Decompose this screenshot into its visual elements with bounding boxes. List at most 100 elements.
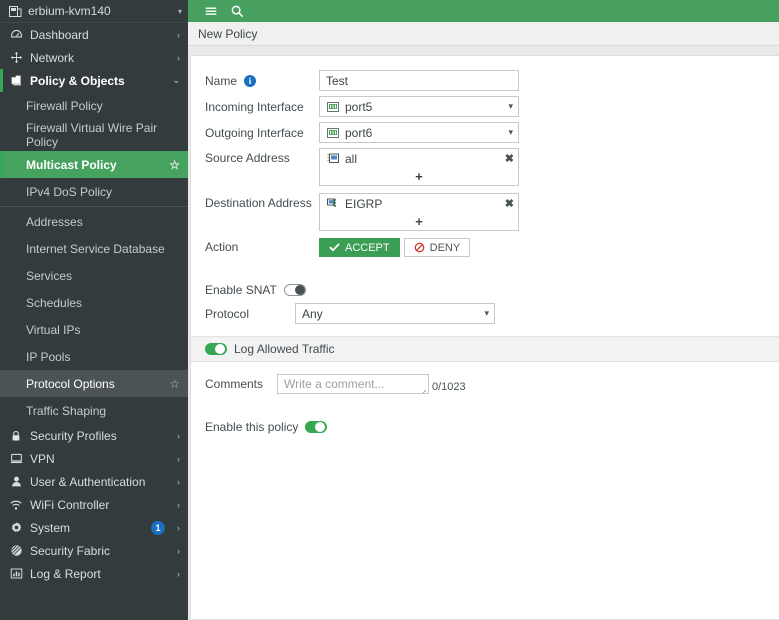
action-accept-button[interactable]: ACCEPT (319, 238, 400, 257)
incoming-interface-select[interactable]: port5 ▾ (319, 96, 519, 117)
source-address-value: all (345, 151, 358, 166)
field-enable-policy: Enable this policy (191, 420, 779, 434)
sidebar-item-firewall-policy[interactable]: Firewall Policy (0, 92, 188, 119)
enable-policy-toggle[interactable] (305, 421, 328, 433)
fortigate-admin-window: erbium-kvm140 ▾ Dashboard › Network › Po… (0, 0, 779, 620)
address-subnet-icon (326, 152, 339, 165)
sidebar-item-label: Virtual IPs (26, 322, 81, 337)
sidebar-item-security-fabric[interactable]: Security Fabric › (0, 539, 188, 562)
sidebar-item-traffic-shaping[interactable]: Traffic Shaping (0, 397, 188, 424)
protocol-select[interactable]: Any ▾ (295, 303, 495, 324)
sidebar-item-internet-service-database[interactable]: Internet Service Database (0, 235, 188, 262)
favorite-star-icon[interactable]: ☆ (166, 158, 180, 172)
deny-icon (414, 242, 425, 253)
fabric-icon (8, 544, 24, 557)
chevron-down-icon[interactable]: ▾ (170, 7, 182, 16)
sidebar-item-ipv4-dos-policy[interactable]: IPv4 DoS Policy (0, 178, 188, 205)
chevron-right-icon: › (177, 499, 180, 510)
comments-label: Comments (205, 377, 264, 391)
field-label: Incoming Interface (205, 96, 319, 114)
sidebar-item-label: IP Pools (26, 349, 71, 364)
incoming-interface-value: port5 (345, 99, 373, 114)
sidebar-item-schedules[interactable]: Schedules (0, 289, 188, 316)
action-deny-button[interactable]: DENY (403, 238, 471, 257)
field-label: Comments (205, 374, 277, 391)
sidebar-item-ip-pools[interactable]: IP Pools (0, 343, 188, 370)
sidebar-item-log-report[interactable]: Log & Report › (0, 562, 188, 585)
sidebar-item-label: Firewall Virtual Wire Pair Policy (26, 121, 158, 149)
name-input[interactable] (319, 70, 519, 91)
chart-icon (8, 567, 24, 580)
comments-input[interactable]: Write a comment... (277, 374, 429, 394)
sidebar-item-label: System (30, 520, 71, 535)
chevron-down-icon: ▾ (508, 101, 513, 111)
policy-icon (8, 74, 24, 87)
comments-placeholder: Write a comment... (284, 377, 385, 391)
device-selector[interactable]: erbium-kvm140 ▾ (0, 0, 188, 23)
sidebar-item-services[interactable]: Services (0, 262, 188, 289)
sidebar-item-system[interactable]: System 1 › (0, 516, 188, 539)
page-title: New Policy (198, 26, 258, 41)
enable-policy-label: Enable this policy (205, 420, 299, 434)
source-address-entry: all ✖ (320, 149, 518, 168)
name-label: Name (205, 74, 238, 88)
search-icon[interactable] (224, 0, 250, 22)
sidebar-item-security-profiles[interactable]: Security Profiles › (0, 424, 188, 447)
action-accept-label: ACCEPT (345, 241, 390, 254)
sidebar-item-addresses[interactable]: Addresses (0, 208, 188, 235)
action-deny-label: DENY (429, 241, 461, 254)
sidebar-item-policy-objects[interactable]: Policy & Objects ⌄ (0, 69, 188, 92)
multicast-address-icon (326, 197, 339, 210)
sidebar-item-label: Multicast Policy (26, 157, 117, 172)
field-label: Protocol (205, 303, 295, 321)
field-source-address: Source Address all ✖ + (191, 148, 779, 186)
field-destination-address: Destination Address EIGRP ✖ + (191, 193, 779, 231)
chevron-right-icon: › (177, 430, 180, 441)
sidebar-item-label: Security Fabric (30, 543, 111, 558)
log-allowed-traffic-section: Log Allowed Traffic (191, 336, 779, 362)
sidebar-item-label: User & Authentication (30, 474, 146, 489)
destination-address-box[interactable]: EIGRP ✖ + (319, 193, 519, 231)
sidebar-item-label: Internet Service Database (26, 241, 165, 256)
sidebar-item-firewall-virtual-wire-pair-policy[interactable]: Firewall Virtual Wire Pair Policy (0, 119, 188, 151)
field-label: Outgoing Interface (205, 122, 319, 140)
sidebar-item-vpn[interactable]: VPN › (0, 447, 188, 470)
destination-address-label: Destination Address (205, 196, 312, 210)
source-address-label: Source Address (205, 151, 290, 165)
add-destination-address-button[interactable]: + (320, 213, 518, 230)
sidebar-item-dashboard[interactable]: Dashboard › (0, 23, 188, 46)
sidebar-item-label: Policy & Objects (30, 73, 125, 88)
favorite-star-icon[interactable]: ☆ (166, 377, 180, 391)
main-area: New Policy Name i Incoming Inte (188, 0, 779, 620)
chevron-right-icon: › (177, 568, 180, 579)
breadcrumb: New Policy (188, 22, 779, 46)
comments-char-counter: 0/1023 (432, 381, 466, 393)
source-address-box[interactable]: all ✖ + (319, 148, 519, 186)
sidebar-item-label: VPN (30, 451, 55, 466)
sidebar-item-virtual-ips[interactable]: Virtual IPs (0, 316, 188, 343)
sidebar-item-label: Log & Report (30, 566, 101, 581)
hamburger-icon[interactable] (198, 0, 224, 22)
log-allowed-traffic-toggle[interactable] (205, 343, 227, 355)
chevron-down-icon: ▾ (484, 308, 489, 318)
chevron-right-icon: › (177, 453, 180, 464)
sidebar-item-protocol-options[interactable]: Protocol Options ☆ (0, 370, 188, 397)
remove-source-address-icon[interactable]: ✖ (502, 152, 514, 165)
info-icon[interactable]: i (244, 75, 257, 87)
chevron-right-icon: › (177, 52, 180, 63)
field-protocol: Protocol Any ▾ (191, 303, 779, 324)
resize-grip-icon (419, 384, 427, 393)
sidebar-item-user-authentication[interactable]: User & Authentication › (0, 470, 188, 493)
sidebar-item-wifi-controller[interactable]: WiFi Controller › (0, 493, 188, 516)
remove-destination-address-icon[interactable]: ✖ (502, 197, 514, 210)
sidebar-item-multicast-policy[interactable]: Multicast Policy ☆ (0, 151, 188, 178)
sidebar-item-network[interactable]: Network › (0, 46, 188, 69)
enable-snat-toggle[interactable] (283, 284, 306, 296)
user-icon (8, 475, 24, 488)
field-label: Source Address (205, 148, 319, 165)
top-toolbar (188, 0, 779, 22)
sidebar: erbium-kvm140 ▾ Dashboard › Network › Po… (0, 0, 188, 620)
add-source-address-button[interactable]: + (320, 168, 518, 185)
outgoing-interface-select[interactable]: port6 ▾ (319, 122, 519, 143)
outgoing-interface-value: port6 (345, 125, 373, 140)
